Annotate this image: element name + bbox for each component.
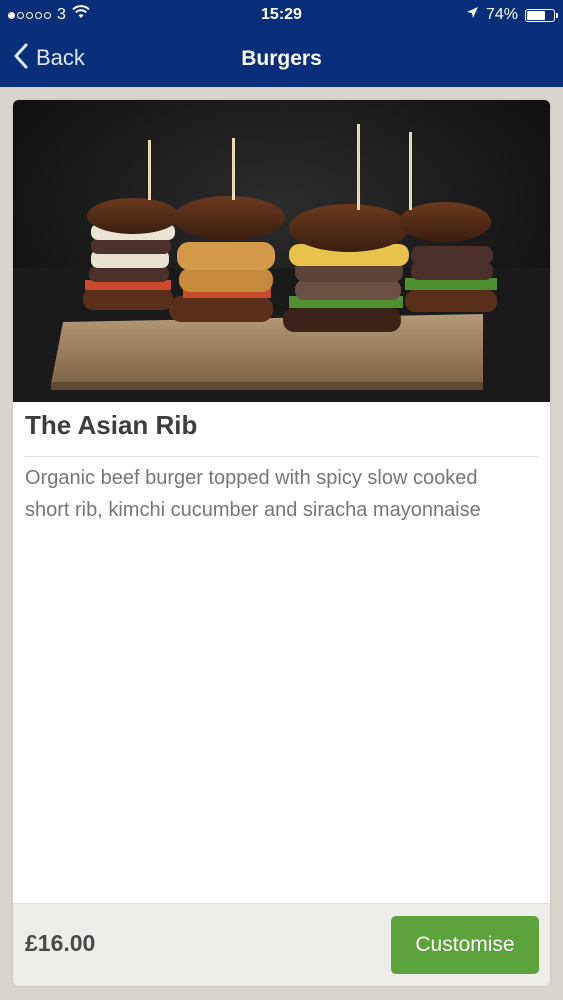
top-bar: 3 15:29 74% Back Burgers: [0, 0, 563, 87]
divider: [25, 456, 538, 457]
battery-percentage: 74%: [485, 6, 518, 23]
status-right: 74%: [466, 0, 558, 30]
page-title: Burgers: [241, 47, 322, 70]
product-name: The Asian Rib: [25, 410, 198, 440]
product-card: The Asian Rib Organic beef burger topped…: [13, 100, 550, 986]
status-bar: 3 15:29 74%: [0, 0, 563, 30]
customise-button[interactable]: Customise: [391, 916, 539, 974]
location-arrow-icon: [466, 0, 479, 30]
product-photo: [13, 100, 550, 402]
product-footer: £16.00 Customise: [13, 903, 550, 986]
product-price: £16.00: [25, 930, 96, 956]
navigation-bar: Back Burgers: [0, 30, 563, 87]
battery-fill: [527, 10, 545, 20]
product-description: Organic beef burger topped with spicy sl…: [25, 467, 481, 521]
battery-icon: [525, 8, 558, 22]
